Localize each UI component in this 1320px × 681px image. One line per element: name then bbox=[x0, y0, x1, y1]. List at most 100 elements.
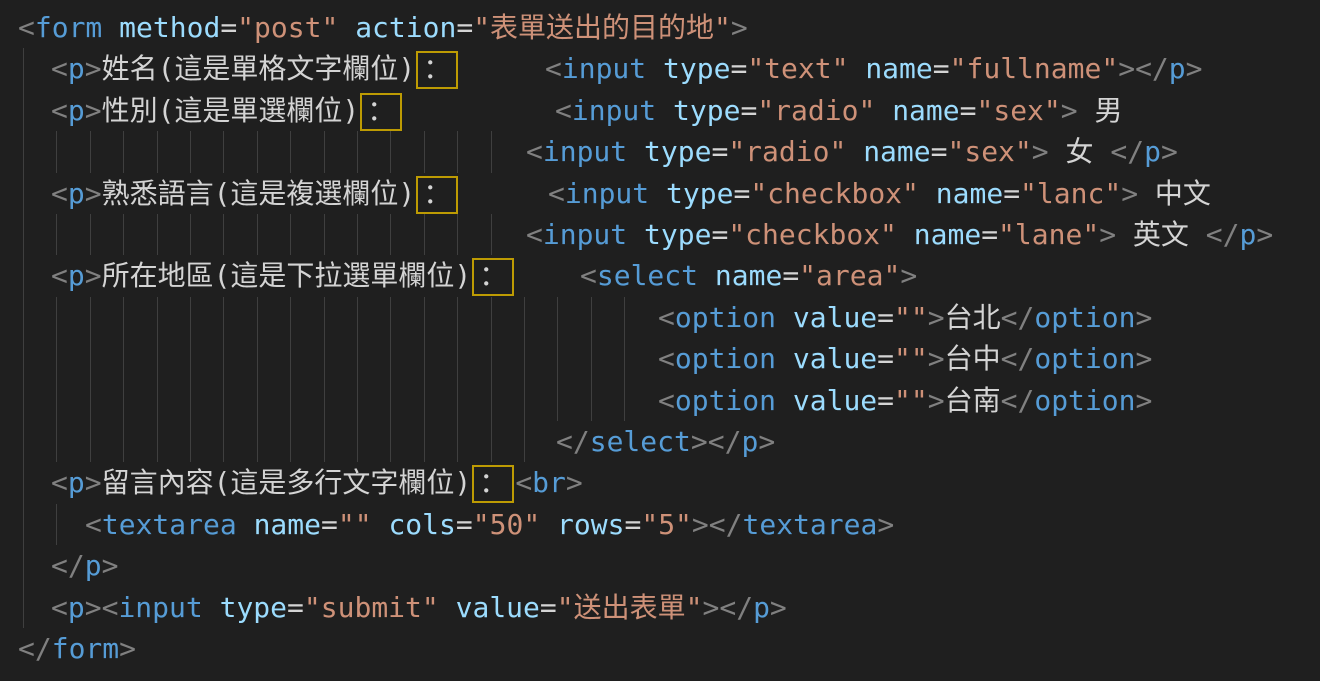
indent-guide bbox=[190, 131, 191, 172]
code-token: "" bbox=[894, 301, 928, 334]
code-token: > bbox=[1136, 342, 1153, 375]
code-token bbox=[439, 591, 456, 624]
indent-guide bbox=[90, 131, 91, 172]
code-line[interactable]: <option value="">台中</option> bbox=[0, 338, 1320, 379]
code-token: name bbox=[892, 94, 959, 127]
code-line[interactable]: <option value="">台北</option> bbox=[0, 297, 1320, 338]
code-token: "sex" bbox=[976, 94, 1060, 127]
code-token: "post" bbox=[237, 11, 338, 44]
code-line[interactable]: <p>姓名(這是單格文字欄位)：<input type="text" name=… bbox=[0, 48, 1320, 89]
code-token: 熟悉語言(這是複選欄位) bbox=[102, 177, 416, 210]
code-token: = bbox=[981, 218, 998, 251]
code-line[interactable]: <input type="checkbox" name="lane"> 英文 <… bbox=[0, 214, 1320, 255]
code-segment: <option value="">台南</option> bbox=[658, 380, 1152, 421]
code-token: p bbox=[68, 591, 85, 624]
code-token: </ bbox=[18, 632, 52, 665]
code-token: option bbox=[1034, 384, 1135, 417]
code-token: > bbox=[900, 259, 917, 292]
code-line[interactable]: </form> bbox=[0, 628, 1320, 669]
code-segment: <form method="post" action="表單送出的目的地"> bbox=[18, 7, 748, 48]
code-token: name bbox=[715, 259, 782, 292]
code-editor[interactable]: <form method="post" action="表單送出的目的地"><p… bbox=[0, 0, 1320, 681]
code-line[interactable]: <p>留言內容(這是多行文字欄位)：<br> bbox=[0, 462, 1320, 503]
code-line[interactable]: <p>性別(這是單選欄位)：<input type="radio" name="… bbox=[0, 90, 1320, 131]
indent-guide bbox=[357, 214, 358, 255]
code-token: p bbox=[85, 549, 102, 582]
code-token: > bbox=[928, 384, 945, 417]
code-line[interactable]: <input type="radio" name="sex"> 女 </p> bbox=[0, 131, 1320, 172]
indent-guide bbox=[424, 214, 425, 255]
code-token: "checkbox" bbox=[728, 218, 897, 251]
code-token: < bbox=[51, 94, 68, 127]
code-token: </ bbox=[1001, 384, 1035, 417]
indent-guide bbox=[190, 421, 191, 462]
unicode-highlight-box: ： bbox=[360, 93, 402, 131]
indent-guide bbox=[56, 421, 57, 462]
indent-guide bbox=[157, 297, 158, 338]
indent-guide bbox=[123, 421, 124, 462]
code-token: = bbox=[711, 218, 728, 251]
code-token: </ bbox=[1001, 301, 1035, 334]
indent-guide bbox=[591, 297, 592, 338]
code-token: "lanc" bbox=[1020, 177, 1121, 210]
code-token: "sex" bbox=[947, 135, 1031, 168]
code-token: > bbox=[1032, 135, 1049, 168]
code-token: > bbox=[85, 94, 102, 127]
indent-guide bbox=[157, 380, 158, 421]
code-token: < bbox=[51, 52, 68, 85]
indent-guide bbox=[90, 338, 91, 379]
indent-guide bbox=[290, 338, 291, 379]
code-token: < bbox=[515, 466, 532, 499]
code-token: < bbox=[526, 218, 543, 251]
code-token: = bbox=[782, 259, 799, 292]
code-segment: <option value="">台中</option> bbox=[658, 338, 1152, 379]
code-token: </ bbox=[556, 425, 590, 458]
unicode-highlight-box: ： bbox=[472, 258, 514, 296]
code-line[interactable]: <textarea name="" cols="50" rows="5"></t… bbox=[0, 504, 1320, 545]
code-token: 女 bbox=[1049, 135, 1111, 168]
indent-guide bbox=[390, 421, 391, 462]
code-token: cols bbox=[388, 508, 455, 541]
code-token: rows bbox=[557, 508, 624, 541]
indent-guide bbox=[157, 131, 158, 172]
code-segment: <input type="checkbox" name="lanc"> 中文 bbox=[548, 173, 1211, 214]
code-token: value bbox=[793, 301, 877, 334]
code-token: > bbox=[928, 301, 945, 334]
code-token: > bbox=[566, 466, 583, 499]
code-token: 台南 bbox=[945, 384, 1001, 417]
code-token: p bbox=[753, 591, 770, 624]
indent-guide bbox=[223, 131, 224, 172]
code-line[interactable]: </select></p> bbox=[0, 421, 1320, 462]
code-token bbox=[656, 94, 673, 127]
indent-guide bbox=[56, 131, 57, 172]
code-token bbox=[698, 259, 715, 292]
code-token: action bbox=[355, 11, 456, 44]
indent-guide bbox=[290, 421, 291, 462]
code-token: > bbox=[758, 425, 775, 458]
code-line[interactable]: <p>熟悉語言(這是複選欄位)：<input type="checkbox" n… bbox=[0, 173, 1320, 214]
code-token: > bbox=[1061, 94, 1078, 127]
code-token: </ bbox=[1001, 342, 1035, 375]
code-line[interactable]: <p>所在地區(這是下拉選單欄位)：<select name="area"> bbox=[0, 255, 1320, 296]
code-line[interactable]: </p> bbox=[0, 545, 1320, 586]
indent-guide bbox=[324, 131, 325, 172]
code-token: type bbox=[663, 52, 730, 85]
code-token bbox=[203, 591, 220, 624]
code-line[interactable]: <option value="">台南</option> bbox=[0, 380, 1320, 421]
code-token: "lane" bbox=[998, 218, 1099, 251]
indent-guide bbox=[357, 338, 358, 379]
code-token bbox=[237, 508, 254, 541]
indent-guide bbox=[424, 380, 425, 421]
code-line[interactable]: <p><input type="submit" value="送出表單"></p… bbox=[0, 587, 1320, 628]
code-token: option bbox=[675, 342, 776, 375]
code-token: < bbox=[658, 301, 675, 334]
indent-guide bbox=[90, 214, 91, 255]
code-token: p bbox=[1144, 135, 1161, 168]
code-segment: </form> bbox=[18, 628, 136, 669]
indent-guide bbox=[591, 380, 592, 421]
indent-guide bbox=[424, 131, 425, 172]
code-line[interactable]: <form method="post" action="表單送出的目的地"> bbox=[0, 7, 1320, 48]
indent-guide bbox=[491, 131, 492, 172]
code-token: > bbox=[1136, 384, 1153, 417]
indent-guide bbox=[491, 297, 492, 338]
